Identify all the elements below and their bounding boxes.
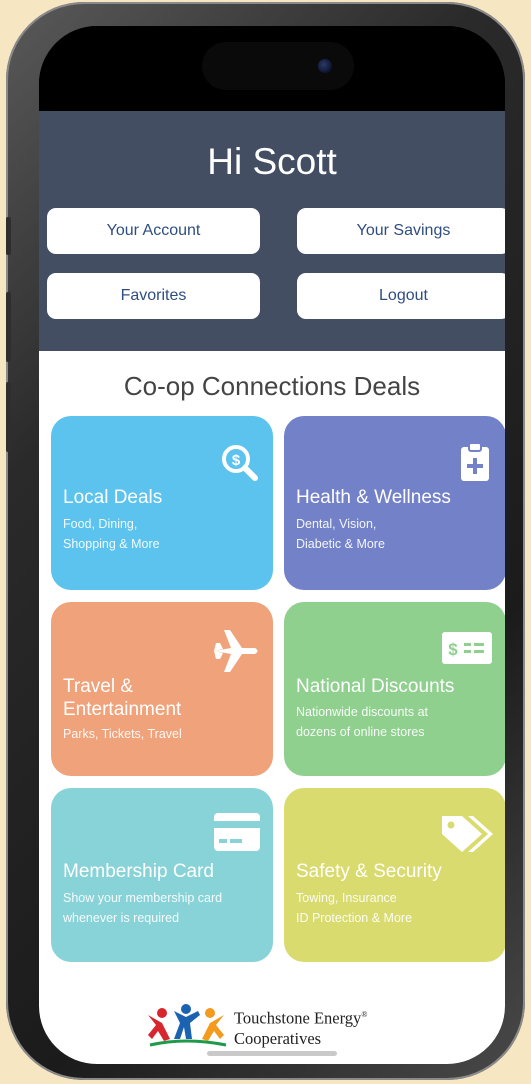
tile-subtitle-line-2: ID Protection & More	[296, 911, 413, 925]
logo-line-1: Touchstone Energy	[234, 1008, 362, 1028]
svg-text:$: $	[232, 452, 241, 469]
your-savings-button[interactable]: Your Savings	[297, 208, 505, 254]
volume-down-button	[6, 382, 11, 452]
tile-title-line-2: Entertainment	[63, 699, 182, 720]
tile-subtitle-line-1: Show your membership card	[63, 891, 223, 905]
credit-card-icon	[214, 813, 260, 851]
your-account-button[interactable]: Your Account	[47, 208, 260, 254]
tile-national-discounts[interactable]: $ National Discounts Nationwide discount…	[284, 602, 505, 776]
account-header: Hi Scott Your Account Your Savings Favor…	[39, 111, 505, 351]
volume-up-button	[6, 292, 11, 362]
registered-mark: ®	[361, 1010, 368, 1019]
deals-section: Co-op Connections Deals $ Local Deals Fo…	[39, 351, 505, 1064]
tile-subtitle-line-1: Nationwide discounts at	[296, 705, 429, 719]
logo-line-2: Cooperatives	[234, 1028, 322, 1048]
tile-title: Safety & Security	[296, 861, 442, 882]
airplane-icon	[214, 630, 258, 672]
tag-icon	[442, 816, 493, 852]
tile-subtitle-line-1: Dental, Vision,	[296, 517, 377, 531]
dollar-bill-icon: $	[442, 632, 492, 664]
tile-local-deals[interactable]: $ Local Deals Food, Dining, Shopping & M…	[51, 416, 273, 590]
dynamic-island	[202, 42, 354, 90]
action-button	[6, 217, 11, 255]
clipboard-plus-icon	[461, 442, 489, 481]
status-bar	[39, 26, 505, 111]
tile-title: Membership Card	[63, 861, 214, 882]
phone-frame: Hi Scott Your Account Your Savings Favor…	[6, 2, 525, 1080]
greeting-title: Hi Scott	[207, 141, 337, 182]
svg-text:$: $	[448, 640, 458, 659]
section-title: Co-op Connections Deals	[123, 371, 421, 401]
touchstone-energy-logo: Touchstone Energy® Cooperatives	[144, 1001, 404, 1051]
camera-icon	[318, 59, 332, 73]
tile-title-line-1: Travel &	[63, 676, 134, 697]
tile-title: National Discounts	[296, 676, 455, 697]
tile-safety-security[interactable]: Safety & Security Towing, Insurance ID P…	[284, 788, 505, 962]
tile-subtitle-line-1: Food, Dining,	[63, 517, 138, 531]
tile-subtitle-line-2: dozens of online stores	[296, 725, 425, 739]
tile-subtitle-line-2: Diabetic & More	[296, 537, 385, 551]
logo-wordmark: Touchstone Energy® Cooperatives	[234, 1005, 367, 1049]
tile-subtitle-line-1: Parks, Tickets, Travel	[63, 727, 182, 741]
tile-travel-entertainment[interactable]: Travel & Entertainment Parks, Tickets, T…	[51, 602, 273, 776]
tile-title: Local Deals	[63, 487, 163, 508]
favorites-button[interactable]: Favorites	[47, 273, 260, 319]
phone-screen: Hi Scott Your Account Your Savings Favor…	[39, 26, 505, 1064]
cooperative-people-logo-icon	[148, 1004, 227, 1047]
search-dollar-icon: $	[222, 445, 258, 481]
tile-health-wellness[interactable]: Health & Wellness Dental, Vision, Diabet…	[284, 416, 505, 590]
logout-button[interactable]: Logout	[297, 273, 505, 319]
tile-subtitle-line-2: whenever is required	[63, 911, 180, 925]
tile-membership-card[interactable]: Membership Card Show your membership car…	[51, 788, 273, 962]
tile-title: Health & Wellness	[296, 487, 451, 508]
home-indicator[interactable]	[207, 1051, 337, 1056]
tile-subtitle-line-2: Shopping & More	[63, 537, 160, 551]
tile-subtitle-line-1: Towing, Insurance	[296, 891, 397, 905]
